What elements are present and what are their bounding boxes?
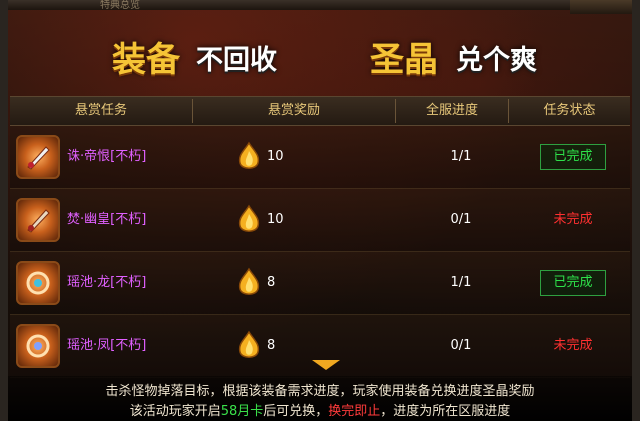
item-name: 瑶池·凤[不朽]: [67, 338, 147, 353]
crystal-icon: [238, 141, 260, 169]
table-row[interactable]: 诛·帝恨[不朽] 10 1/1 已完成: [10, 126, 630, 189]
server-progress: 1/1: [450, 149, 472, 164]
ornament-icon[interactable]: [16, 324, 60, 368]
crystal-icon: [238, 267, 260, 295]
reward-amount: 10: [267, 212, 284, 227]
banner-crystal: 圣晶: [370, 40, 438, 80]
reward-amount: 8: [267, 275, 276, 290]
server-progress: 1/1: [450, 275, 472, 290]
note-line-2: 该活动玩家开启58月卡后可兑换，换完即止，进度为所在区服进度: [0, 400, 640, 419]
limit-highlight: 换完即止: [328, 404, 381, 419]
reward-amount: 8: [267, 338, 276, 353]
crystal-icon: [238, 330, 260, 358]
note-text: ，进度为所在区服进度: [380, 404, 511, 419]
table-row[interactable]: 瑶池·龙[不朽] 8 1/1 已完成: [10, 252, 630, 315]
item-name: 焚·幽皇[不朽]: [67, 212, 147, 227]
status-label: 未完成: [553, 212, 593, 227]
scroll-down-arrow-icon[interactable]: [312, 360, 340, 370]
crystal-icon: [238, 204, 260, 232]
ornament-icon[interactable]: [16, 261, 60, 305]
status-badge[interactable]: 已完成: [540, 144, 606, 170]
header-progress: 全服进度: [425, 103, 478, 118]
corner-emblem: [570, 0, 640, 14]
note-text: 后可兑换，: [263, 404, 329, 419]
server-progress: 0/1: [450, 338, 472, 353]
header-status: 任务状态: [543, 103, 596, 118]
header-reward: 悬赏奖励: [267, 103, 320, 118]
item-name: 瑶池·龙[不朽]: [67, 275, 147, 290]
note-text: 该活动玩家开启: [129, 404, 221, 419]
header-task: 悬赏任务: [74, 103, 127, 118]
reward-amount: 10: [267, 149, 284, 164]
top-strip-text: 特典总览: [100, 0, 140, 11]
weapon-icon[interactable]: [16, 135, 60, 179]
table-header: 悬赏任务 悬赏奖励 全服进度 任务状态: [10, 96, 630, 126]
banner-exchange: 兑个爽: [456, 45, 537, 76]
table-row[interactable]: 焚·幽皇[不朽] 10 0/1 未完成: [10, 189, 630, 252]
note-line-1: 击杀怪物掉落目标，根据该装备需求进度，玩家使用装备兑换进度圣晶奖励: [105, 384, 535, 399]
server-progress: 0/1: [450, 212, 472, 227]
top-strip: 特典总览: [0, 0, 640, 11]
rules-notes: 击杀怪物掉落目标，根据该装备需求进度，玩家使用装备兑换进度圣晶奖励 该活动玩家开…: [0, 376, 640, 421]
monthly-card-highlight: 58月卡: [220, 404, 264, 419]
banner-equipment: 装备: [112, 40, 180, 80]
weapon-icon[interactable]: [16, 198, 60, 242]
status-label: 未完成: [553, 338, 593, 353]
item-name: 诛·帝恨[不朽]: [67, 149, 147, 164]
promo-banner: 装备 不回收 圣晶 兑个爽: [0, 26, 640, 82]
status-badge[interactable]: 已完成: [540, 270, 606, 296]
banner-no-recycle: 不回收: [196, 45, 277, 76]
